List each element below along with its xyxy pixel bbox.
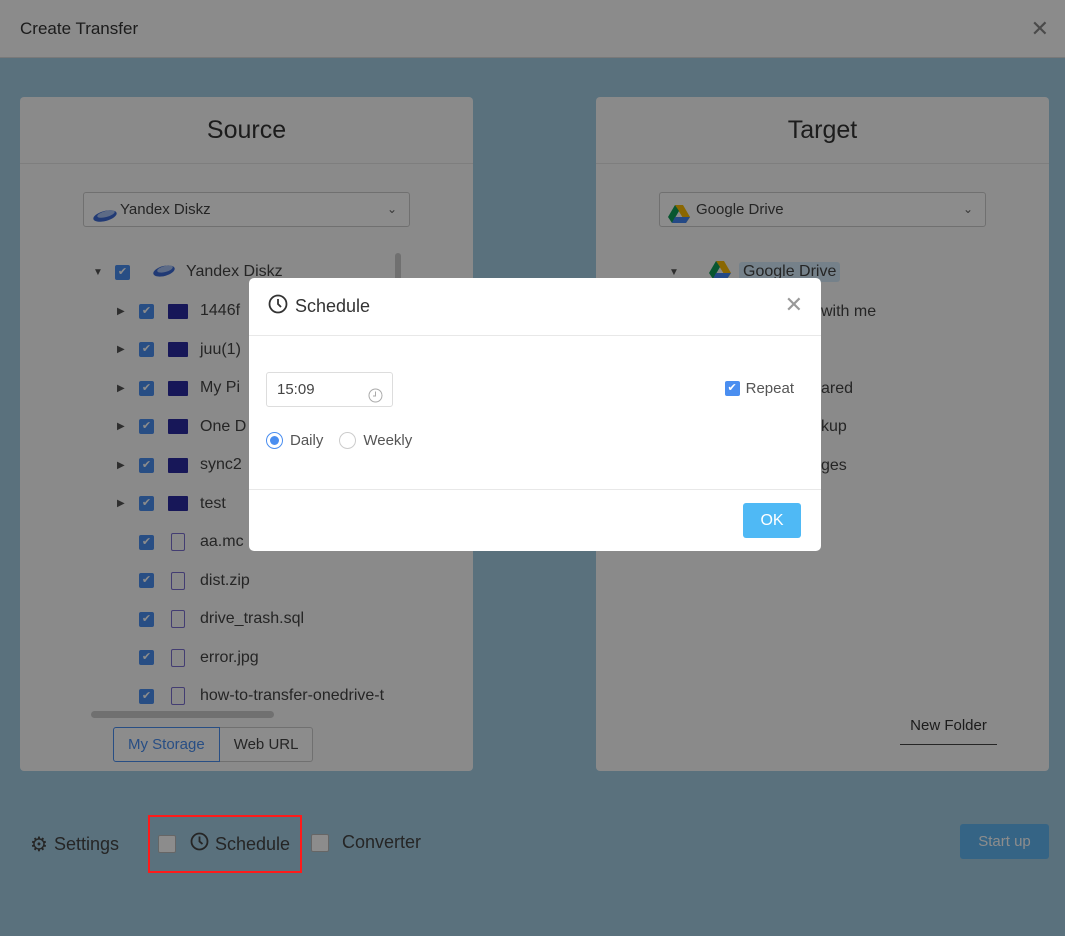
radio-daily[interactable] bbox=[266, 432, 283, 449]
close-icon[interactable]: ✕ bbox=[785, 292, 803, 318]
checkbox[interactable]: ✔ bbox=[724, 381, 740, 396]
dialog-header: Schedule ✕ bbox=[249, 278, 821, 336]
repeat-label: Repeat bbox=[745, 380, 794, 397]
dialog-title: Schedule bbox=[295, 296, 371, 316]
clock-icon bbox=[268, 294, 288, 319]
ok-button[interactable]: OK bbox=[743, 503, 801, 538]
repeat-checkbox[interactable]: ✔ Repeat bbox=[724, 380, 794, 397]
time-value: 15:09 bbox=[277, 381, 315, 398]
radio-weekly[interactable] bbox=[339, 432, 357, 449]
daily-label: Daily bbox=[290, 432, 324, 449]
weekly-label: Weekly bbox=[363, 432, 413, 449]
schedule-dialog: Schedule ✕ 15:09 ✔ Repeat Daily Weekly O… bbox=[249, 278, 821, 551]
frequency-radio-group: Daily Weekly bbox=[266, 432, 412, 449]
time-picker[interactable]: 15:09 bbox=[266, 372, 393, 407]
clock-icon bbox=[368, 382, 383, 415]
highlight-box bbox=[148, 815, 302, 873]
dialog-divider bbox=[249, 489, 821, 490]
